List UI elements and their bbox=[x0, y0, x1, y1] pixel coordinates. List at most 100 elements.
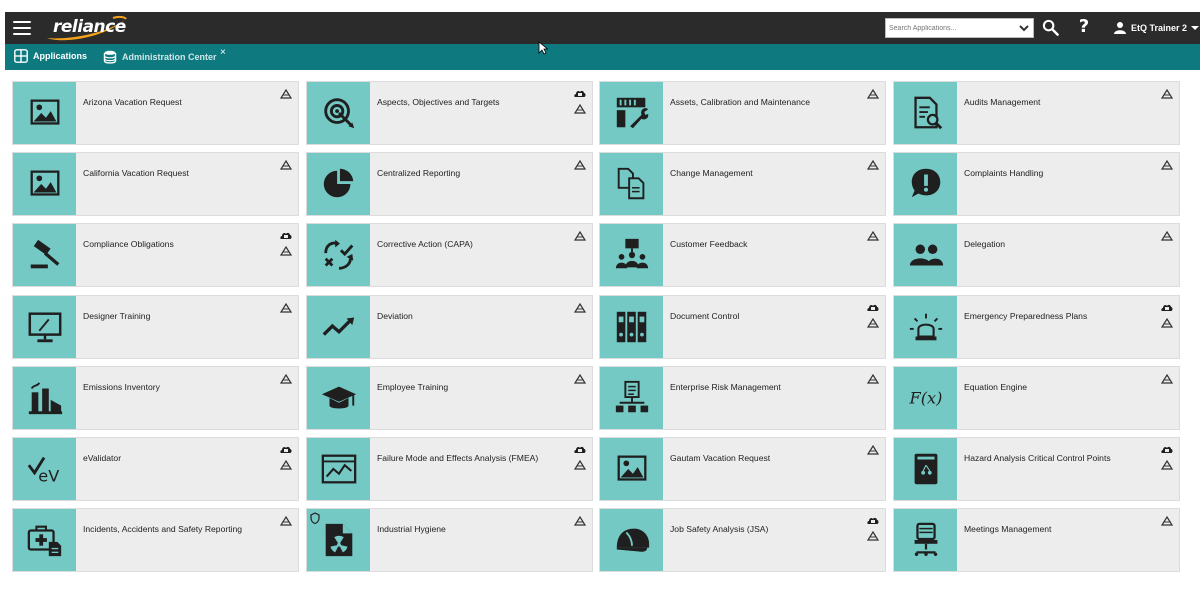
favorite-toggle-icon[interactable] bbox=[1161, 160, 1173, 170]
app-tile[interactable]: eV eValidator bbox=[12, 437, 299, 501]
cloud-icon bbox=[867, 517, 879, 524]
app-tile-label: Deviation bbox=[377, 311, 413, 321]
favorite-toggle-icon[interactable] bbox=[867, 89, 879, 99]
app-tile[interactable]: Meetings Management bbox=[893, 508, 1180, 572]
app-tile[interactable]: Emergency Preparedness Plans bbox=[893, 295, 1180, 359]
app-tile-label: Failure Mode and Effects Analysis (FMEA) bbox=[377, 453, 539, 463]
app-tile-label: Complaints Handling bbox=[964, 168, 1044, 178]
favorite-toggle-icon[interactable] bbox=[280, 374, 292, 384]
cloud-icon bbox=[574, 446, 586, 453]
app-tile-label: Centralized Reporting bbox=[377, 168, 461, 178]
user-menu[interactable]: EtQ Trainer 2 bbox=[1113, 20, 1200, 36]
app-tile[interactable]: Corrective Action (CAPA) bbox=[306, 223, 593, 287]
app-tile[interactable]: Assets, Calibration and Maintenance bbox=[599, 81, 886, 145]
search-input[interactable] bbox=[889, 21, 1017, 35]
app-tile[interactable]: Change Management bbox=[599, 152, 886, 216]
chevron-down-icon[interactable] bbox=[1018, 22, 1030, 34]
menu-icon[interactable] bbox=[13, 21, 31, 35]
app-tile[interactable]: Centralized Reporting bbox=[306, 152, 593, 216]
favorite-toggle-icon[interactable] bbox=[867, 160, 879, 170]
function-icon: F(x) bbox=[894, 367, 957, 429]
app-tile-label: Incidents, Accidents and Safety Reportin… bbox=[83, 524, 243, 534]
cloud-icon bbox=[574, 90, 586, 97]
app-tile[interactable]: Customer Feedback bbox=[599, 223, 886, 287]
favorite-toggle-icon[interactable] bbox=[1161, 516, 1173, 526]
svg-text:eV: eV bbox=[38, 466, 59, 485]
svg-text:F(x): F(x) bbox=[908, 389, 942, 408]
help-icon[interactable]: ? bbox=[1076, 16, 1092, 38]
app-tile-label: eValidator bbox=[83, 453, 122, 463]
favorite-toggle-icon[interactable] bbox=[867, 445, 879, 455]
favorite-toggle-icon[interactable] bbox=[1161, 318, 1173, 328]
favorite-toggle-icon[interactable] bbox=[280, 160, 292, 170]
app-tile[interactable]: Delegation bbox=[893, 223, 1180, 287]
favorite-toggle-icon[interactable] bbox=[280, 89, 292, 99]
favorite-toggle-icon[interactable] bbox=[574, 160, 586, 170]
app-tile[interactable]: Enterprise Risk Management bbox=[599, 366, 886, 430]
favorite-toggle-icon[interactable] bbox=[1161, 460, 1173, 470]
app-tile[interactable]: Job Safety Analysis (JSA) bbox=[599, 508, 886, 572]
app-tile[interactable]: Arizona Vacation Request bbox=[12, 81, 299, 145]
app-tile-label: Audits Management bbox=[964, 97, 1041, 107]
favorite-toggle-icon[interactable] bbox=[280, 460, 292, 470]
app-tile[interactable]: California Vacation Request bbox=[12, 152, 299, 216]
app-tile[interactable]: Designer Training bbox=[12, 295, 299, 359]
app-tile[interactable]: Deviation bbox=[306, 295, 593, 359]
cloud-icon bbox=[1161, 304, 1173, 311]
app-frame: reliance ? EtQ Trainer 2 bbox=[5, 12, 1200, 573]
chart-window-icon bbox=[307, 438, 370, 500]
app-tile[interactable]: Aspects, Objectives and Targets bbox=[306, 81, 593, 145]
favorite-toggle-icon[interactable] bbox=[574, 460, 586, 470]
app-tile[interactable]: Failure Mode and Effects Analysis (FMEA) bbox=[306, 437, 593, 501]
app-tile-label: Designer Training bbox=[83, 311, 151, 321]
pie-chart-icon bbox=[307, 153, 370, 215]
app-tile[interactable]: Document Control bbox=[599, 295, 886, 359]
app-tile[interactable]: Gautam Vacation Request bbox=[599, 437, 886, 501]
chevron-down-icon[interactable] bbox=[1191, 24, 1200, 32]
app-tile-label: Corrective Action (CAPA) bbox=[377, 239, 473, 249]
app-tile[interactable]: Employee Training bbox=[306, 366, 593, 430]
favorite-toggle-icon[interactable] bbox=[867, 318, 879, 328]
hazard-jar-icon bbox=[894, 438, 957, 500]
favorite-toggle-icon[interactable] bbox=[280, 516, 292, 526]
favorite-toggle-icon[interactable] bbox=[1161, 89, 1173, 99]
app-tile[interactable]: Industrial Hygiene bbox=[306, 508, 593, 572]
search-icon[interactable] bbox=[1042, 19, 1059, 36]
favorite-toggle-icon[interactable] bbox=[1161, 374, 1173, 384]
app-tile-label: Hazard Analysis Critical Control Points bbox=[964, 453, 1111, 463]
app-tile[interactable]: F(x) Equation Engine bbox=[893, 366, 1180, 430]
app-tile[interactable]: Audits Management bbox=[893, 81, 1180, 145]
hard-hat-icon bbox=[600, 509, 663, 571]
app-tile[interactable]: Hazard Analysis Critical Control Points bbox=[893, 437, 1180, 501]
favorite-toggle-icon[interactable] bbox=[1161, 231, 1173, 241]
tab-administration-center[interactable]: Administration Center bbox=[99, 44, 234, 70]
favorite-toggle-icon[interactable] bbox=[574, 374, 586, 384]
app-tile[interactable]: Emissions Inventory bbox=[12, 366, 299, 430]
favorite-toggle-icon[interactable] bbox=[280, 246, 292, 256]
favorite-toggle-icon[interactable] bbox=[867, 531, 879, 541]
favorite-toggle-icon[interactable] bbox=[280, 303, 292, 313]
app-tile[interactable]: Complaints Handling bbox=[893, 152, 1180, 216]
app-tile[interactable]: Incidents, Accidents and Safety Reportin… bbox=[12, 508, 299, 572]
favorite-toggle-icon[interactable] bbox=[574, 231, 586, 241]
tab-applications[interactable]: Applications bbox=[10, 44, 95, 70]
favorite-toggle-icon[interactable] bbox=[574, 516, 586, 526]
app-tile-label: Document Control bbox=[670, 311, 740, 321]
favorite-toggle-icon[interactable] bbox=[867, 374, 879, 384]
favorite-toggle-icon[interactable] bbox=[574, 303, 586, 313]
shield-icon bbox=[310, 512, 320, 524]
favorite-toggle-icon[interactable] bbox=[574, 104, 586, 114]
app-tile[interactable]: Compliance Obligations bbox=[12, 223, 299, 287]
user-icon bbox=[1114, 22, 1126, 34]
close-icon[interactable]: × bbox=[220, 48, 226, 58]
check-ev-icon: eV bbox=[13, 438, 76, 500]
app-tile-label: Emissions Inventory bbox=[83, 382, 160, 392]
cloud-icon bbox=[867, 304, 879, 311]
favorite-toggle-icon[interactable] bbox=[867, 231, 879, 241]
people-icon bbox=[894, 224, 957, 286]
app-tile-label: Arizona Vacation Request bbox=[83, 97, 182, 107]
monitor-icon bbox=[13, 296, 76, 358]
office-chair-icon bbox=[894, 509, 957, 571]
search-applications[interactable] bbox=[885, 18, 1034, 38]
tab-label: Administration Center bbox=[122, 52, 217, 62]
